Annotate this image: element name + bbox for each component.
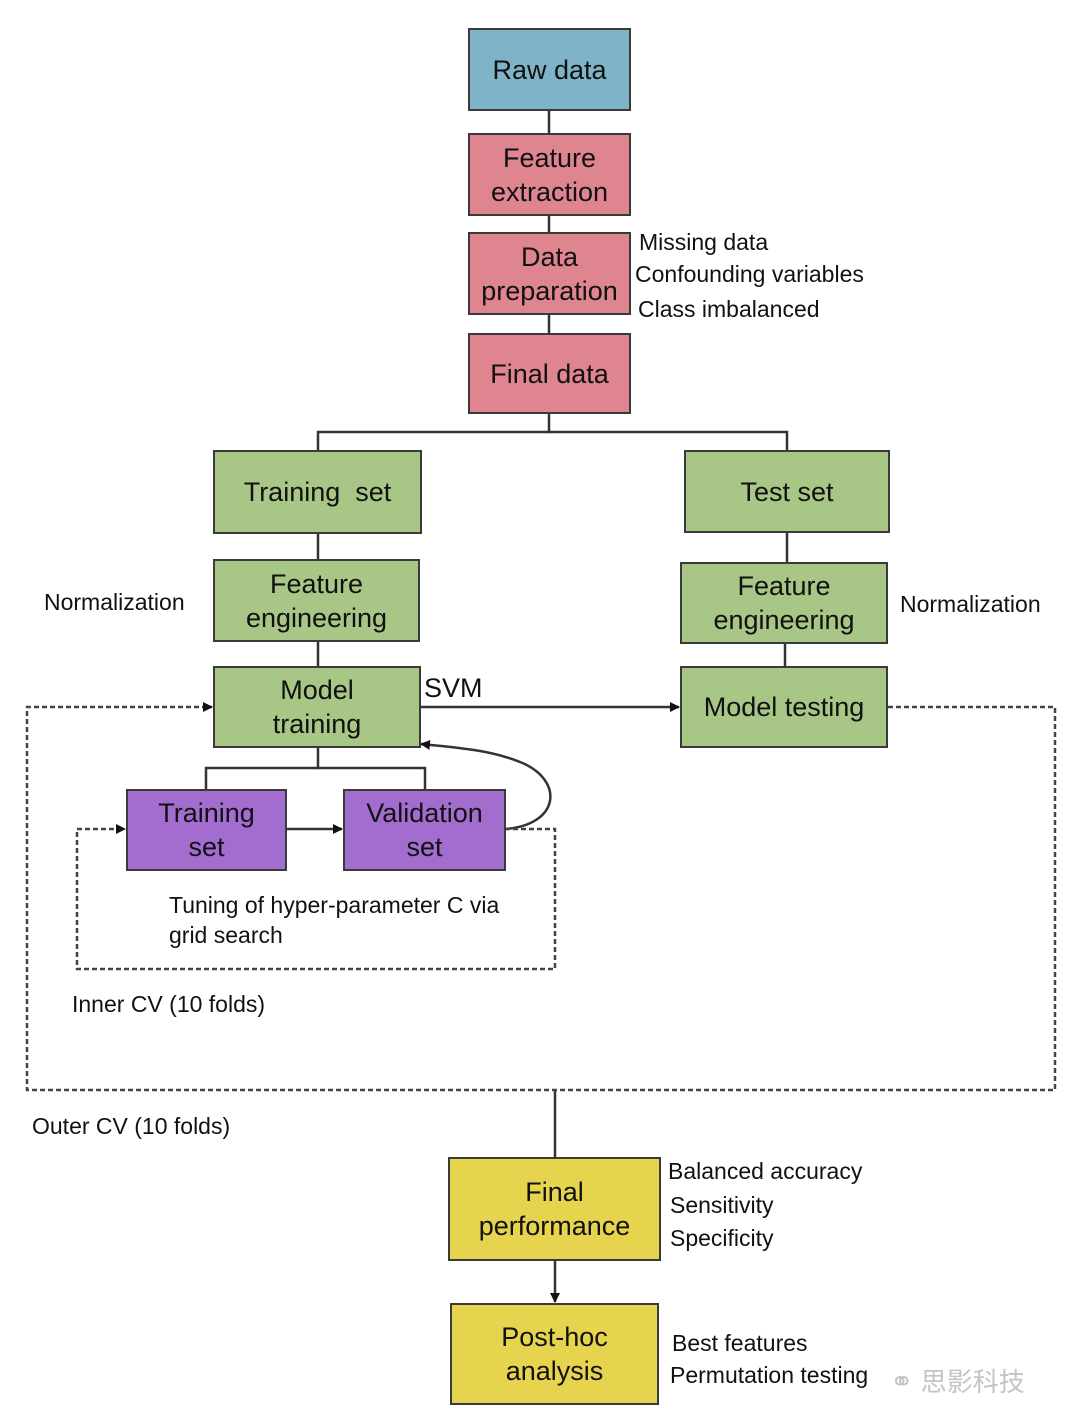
node-label: set (406, 832, 443, 862)
node-post-hoc-analysis: Post-hoc analysis (450, 1303, 659, 1405)
node-validation-set: Validation set (343, 789, 506, 871)
svm-label: SVM (424, 673, 483, 703)
watermark-text: 思影科技 (920, 1367, 1025, 1397)
node-feature-extraction: Feature extraction (468, 133, 631, 216)
node-final-performance: Final performance (448, 1157, 661, 1261)
outer-cv-label: Outer CV (10 folds) (32, 1113, 231, 1139)
node-inner-training-set: Training set (126, 789, 287, 871)
node-label: Feature (502, 142, 597, 173)
node-label: Training (158, 798, 255, 828)
edge-split-test (549, 430, 789, 450)
node-label: engineering (245, 602, 388, 633)
normalization-left-label: Normalization (44, 589, 185, 615)
node-model-testing: Model testing (680, 666, 888, 748)
tuning-label: Tuning of hyper-parameter C via (169, 892, 500, 918)
node-label: Training set (243, 477, 392, 507)
metric-label: Specificity (670, 1225, 774, 1251)
node-final-data: Final data (468, 333, 631, 414)
node-label: training (272, 709, 362, 739)
node-label: Post-hoc (501, 1322, 608, 1352)
node-label: Final (525, 1177, 584, 1207)
node-test-set: Test set (684, 450, 890, 533)
node-training-set: Training set (213, 450, 422, 534)
metric-label: Sensitivity (670, 1192, 774, 1218)
node-label: Feature (269, 568, 364, 599)
edge-inner-split (204, 747, 320, 789)
node-label: Test set (740, 476, 834, 507)
node-feature-engineering-right: Feature engineering (680, 562, 888, 644)
node-label: analysis (505, 1356, 604, 1386)
node-label: preparation (481, 275, 618, 306)
tuning-label: grid search (169, 922, 283, 948)
node-model-training: Model training (213, 666, 421, 748)
node-label: performance (478, 1211, 631, 1241)
node-data-preparation: Data preparation (468, 232, 631, 315)
wechat-icon: ⚭ (890, 1366, 914, 1397)
node-label: Validation (366, 798, 483, 828)
node-label: Feature (737, 571, 831, 601)
post-hoc-item: Permutation testing (670, 1362, 869, 1388)
node-label: set (188, 832, 225, 862)
node-feature-engineering-left: Feature engineering (213, 559, 420, 642)
edge-split (316, 413, 551, 450)
node-label: Model (280, 675, 354, 705)
node-label: engineering (713, 605, 855, 635)
normalization-right-label: Normalization (900, 591, 1041, 617)
node-label: Raw data (492, 54, 607, 85)
watermark-logo: ⚭ 思影科技 (890, 1362, 1025, 1399)
data-prep-note: Class imbalanced (638, 296, 820, 322)
node-label: Data (520, 241, 579, 272)
inner-cv-label: Inner CV (10 folds) (72, 991, 266, 1017)
post-hoc-item: Best features (672, 1330, 808, 1356)
node-raw-data: Raw data (468, 28, 631, 111)
metric-label: Balanced accuracy (668, 1158, 863, 1184)
node-label: Model testing (703, 692, 865, 722)
node-label: extraction (490, 176, 609, 207)
data-prep-note: Missing data (639, 229, 769, 255)
node-label: Final data (490, 358, 609, 389)
edge-inner-split-val (318, 766, 427, 789)
data-prep-note: Confounding variables (635, 261, 864, 287)
